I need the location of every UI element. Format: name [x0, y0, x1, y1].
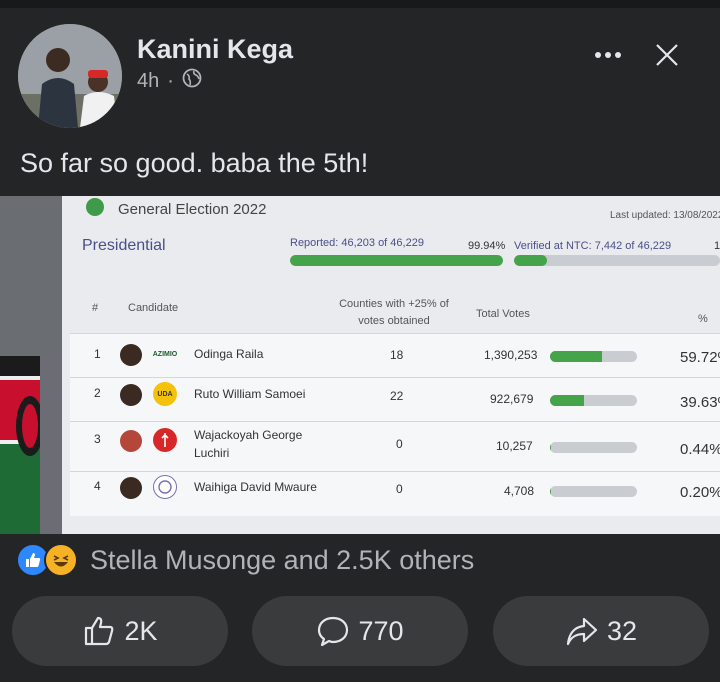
counties-count: 0: [396, 437, 403, 451]
party-logo: UDA: [153, 382, 177, 406]
reactions-text[interactable]: Stella Musonge and 2.5K others: [90, 545, 474, 576]
reported-text: Reported: 46,203 of 46,229: [290, 237, 424, 249]
reactions-summary[interactable]: Stella Musonge and 2.5K others: [16, 543, 474, 577]
table-row: 1 AZIMIO Odinga Raila 18 1,390,253 59.72…: [70, 333, 720, 377]
candidate-name: Waihiga David Mwaure: [194, 480, 317, 494]
share-count: 32: [606, 615, 638, 646]
iebc-logo-icon: [86, 198, 104, 216]
share-icon: [566, 617, 598, 646]
next-column: 1: [714, 240, 720, 252]
candidate-photo: [120, 430, 142, 452]
vote-percent: 59.72%: [680, 349, 720, 366]
candidate-name: Wajackoyah George Luchiri: [194, 428, 303, 460]
comment-icon: [318, 616, 349, 647]
post-meta: 4h ·: [137, 68, 202, 94]
total-votes: 10,257: [496, 439, 533, 453]
like-icon: [85, 616, 114, 646]
total-votes: 1,390,253: [484, 348, 538, 362]
haha-icon: [44, 543, 78, 577]
globe-icon: [182, 68, 202, 94]
counties-count: 22: [390, 389, 404, 403]
reported-percent: 99.94%: [468, 240, 506, 252]
total-votes: 4,708: [504, 484, 535, 498]
share-button[interactable]: 32: [493, 596, 709, 666]
verified-progress: [514, 255, 720, 266]
vote-share-bar: [550, 486, 637, 497]
post-time[interactable]: 4h: [137, 70, 159, 93]
meta-separator: ·: [167, 69, 174, 92]
results-screen: General Election 2022 Last updated: 13/0…: [62, 196, 720, 534]
vote-percent: 0.20%: [680, 484, 720, 501]
author-name[interactable]: Kanini Kega: [137, 34, 293, 65]
party-logo: [153, 428, 177, 452]
last-updated: Last updated: 13/08/2022: [610, 210, 720, 221]
col-pct: %: [698, 313, 708, 325]
col-num: #: [92, 302, 99, 314]
screen-title: General Election 2022: [118, 201, 267, 218]
candidate-photo: [120, 477, 142, 499]
vote-percent: 39.63%: [680, 394, 720, 411]
like-button[interactable]: 2K: [12, 596, 228, 666]
row-num: 1: [94, 347, 101, 361]
post-photo[interactable]: General Election 2022 Last updated: 13/0…: [0, 196, 720, 534]
table-row: 2 UDA Ruto William Samoei 22 922,679 39.…: [70, 377, 720, 421]
table-row: 4 Waihiga David Mwaure 0 4,708 0.20%: [70, 471, 720, 516]
col-total: Total Votes: [476, 308, 530, 320]
party-symbol-icon: [158, 480, 172, 494]
candidate-photo: [120, 344, 142, 366]
col-candidate: Candidate: [128, 302, 179, 314]
vote-share-bar: [550, 351, 637, 362]
close-icon: [656, 44, 678, 66]
like-count: 2K: [124, 615, 158, 646]
author-avatar[interactable]: [18, 24, 122, 128]
counties-count: 0: [396, 482, 403, 496]
party-logo: [153, 475, 177, 499]
row-num: 3: [94, 432, 101, 446]
vote-share-bar: [550, 395, 637, 406]
top-bar: [0, 0, 720, 8]
table-row: 3 Wajackoyah George Luchiri 0 10,257 0.4…: [70, 421, 720, 471]
counties-count: 18: [390, 348, 404, 362]
reported-progress: [290, 255, 503, 266]
post-text: So far so good. baba the 5th!: [20, 148, 369, 178]
party-symbol-icon: [161, 433, 169, 447]
kenya-flag-image: [0, 356, 64, 534]
close-button[interactable]: [652, 40, 682, 70]
verified-text: Verified at NTC: 7,442 of 46,229: [514, 240, 672, 252]
col-counties: Counties with +25% of votes obtained: [339, 298, 449, 327]
comment-count: 770: [358, 615, 404, 646]
comment-button[interactable]: 770: [252, 596, 468, 666]
section-title: Presidential: [82, 237, 166, 254]
vote-share-bar: [550, 442, 637, 453]
candidate-photo: [120, 384, 142, 406]
candidate-name: Ruto William Samoei: [194, 387, 306, 401]
row-num: 2: [94, 386, 101, 400]
more-icon: [595, 52, 601, 58]
total-votes: 922,679: [490, 392, 534, 406]
vote-percent: 0.44%: [680, 441, 720, 458]
party-logo: AZIMIO: [152, 350, 178, 358]
row-num: 4: [94, 479, 101, 493]
candidate-name: Odinga Raila: [194, 347, 264, 361]
more-options-button[interactable]: [588, 38, 628, 72]
